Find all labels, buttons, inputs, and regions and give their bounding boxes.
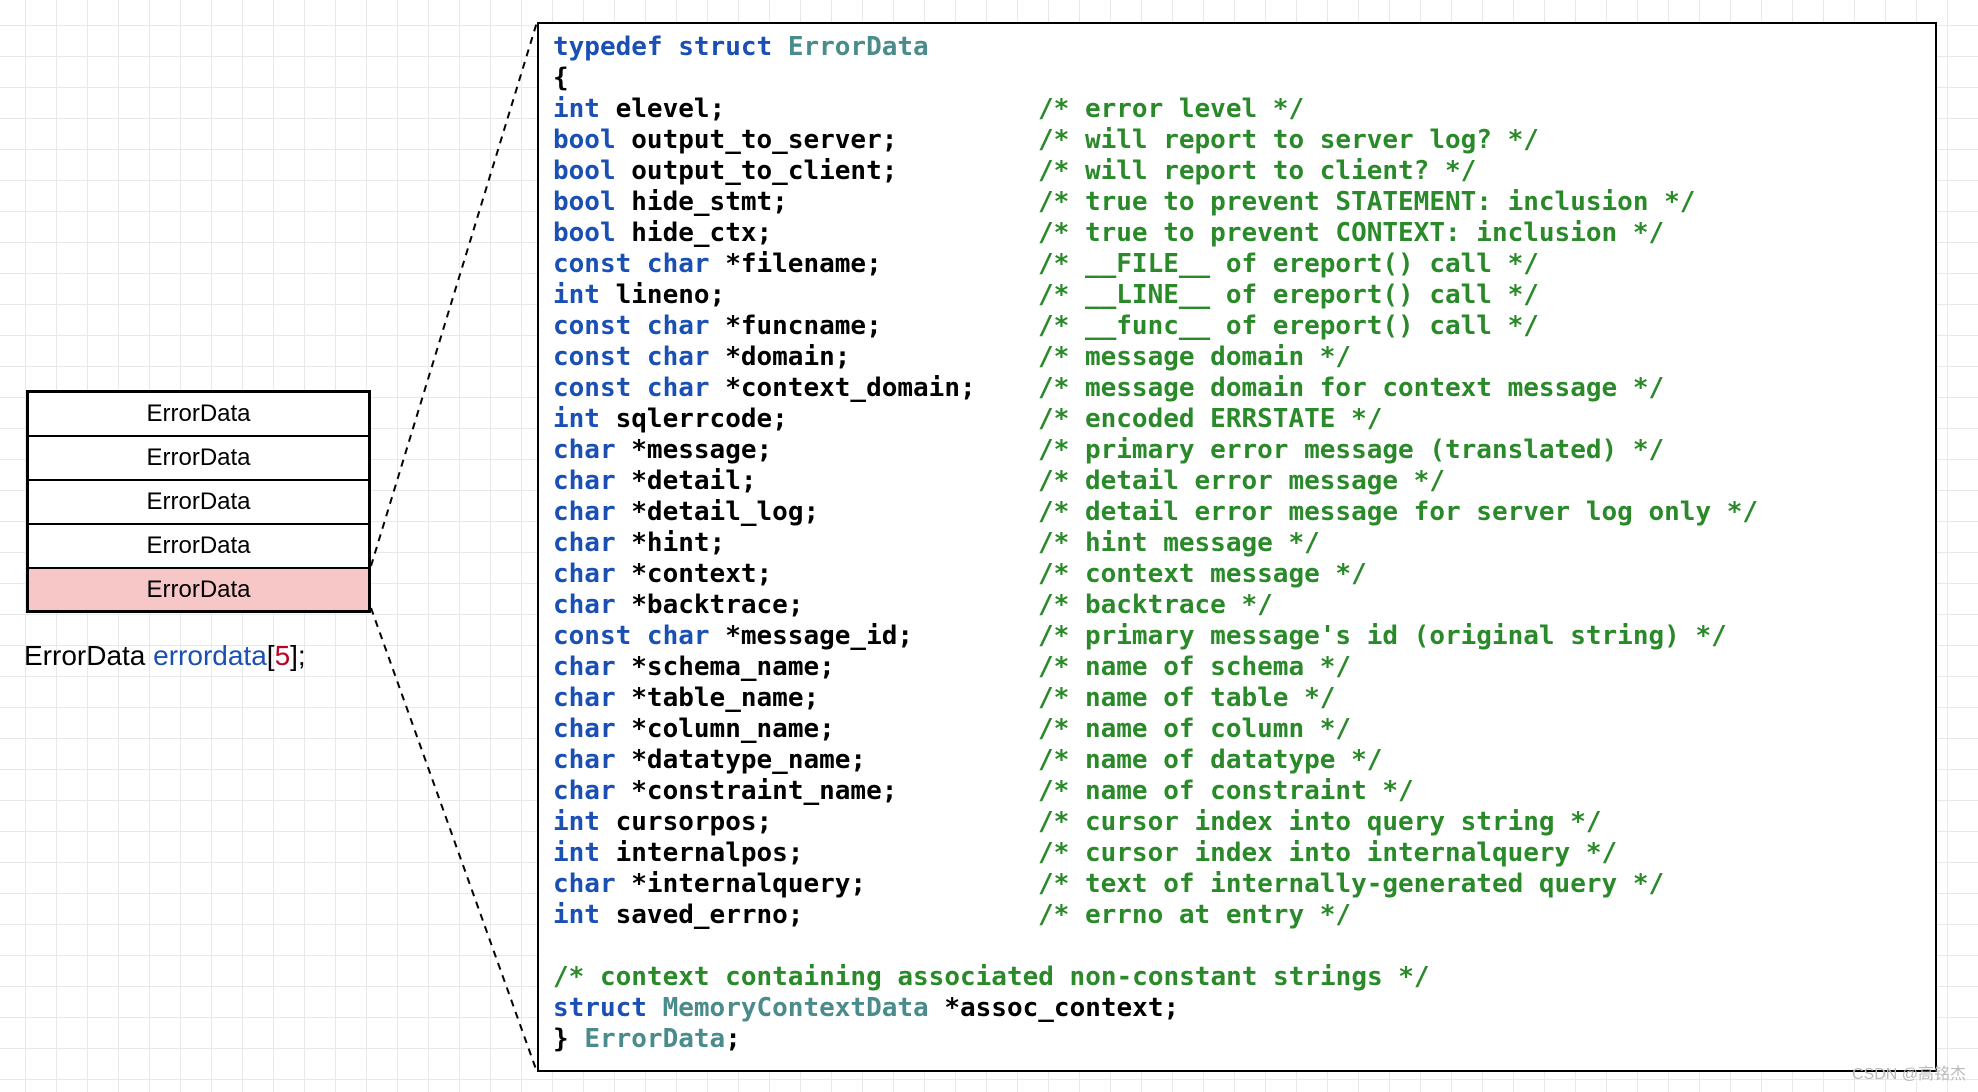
array-cell: ErrorData (26, 525, 371, 569)
decl-type: ErrorData (24, 640, 145, 671)
decl-size: 5 (275, 640, 291, 671)
array-cell: ErrorData (26, 437, 371, 481)
array-cell: ErrorData (26, 393, 371, 437)
array-declaration: ErrorData errordata[5]; (24, 640, 306, 672)
watermark-text: CSDN @高铭杰 (1852, 1060, 1966, 1084)
decl-name: errordata (153, 640, 267, 671)
errordata-array: ErrorDataErrorDataErrorDataErrorDataErro… (26, 390, 371, 613)
array-cell: ErrorData (26, 569, 371, 613)
struct-definition-box: typedef struct ErrorData{int elevel;/* e… (537, 22, 1937, 1072)
array-cell: ErrorData (26, 481, 371, 525)
